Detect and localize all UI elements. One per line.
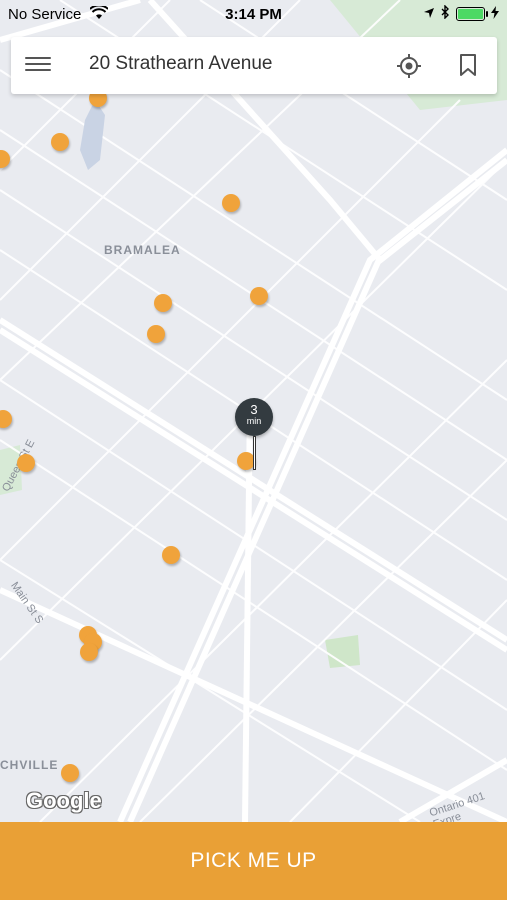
eta-bubble: 3 min bbox=[235, 398, 273, 436]
eta-value: 3 bbox=[250, 402, 258, 417]
area-label-chville: CHVILLE bbox=[0, 758, 59, 772]
location-arrow-icon bbox=[423, 6, 435, 23]
status-bar: No Service 3:14 PM bbox=[0, 0, 507, 28]
vehicle-marker[interactable] bbox=[222, 194, 240, 212]
area-label-bramalea: BRAMALEA bbox=[104, 243, 181, 257]
vehicle-marker[interactable] bbox=[80, 643, 98, 661]
hamburger-menu-icon[interactable] bbox=[25, 53, 51, 77]
vehicle-marker[interactable] bbox=[17, 454, 35, 472]
vehicle-marker[interactable] bbox=[162, 546, 180, 564]
pickup-eta-pin[interactable]: 3 min bbox=[235, 398, 273, 470]
google-attribution-logo: Google bbox=[26, 788, 102, 813]
map-view[interactable]: BRAMALEA CHVILLE Main St S Queen St E On… bbox=[0, 0, 507, 822]
current-location-icon[interactable] bbox=[396, 53, 422, 79]
vehicle-marker[interactable] bbox=[147, 325, 165, 343]
vehicle-marker[interactable] bbox=[154, 294, 172, 312]
eta-unit: min bbox=[246, 416, 262, 426]
pin-stem bbox=[252, 436, 256, 470]
bookmark-icon[interactable] bbox=[457, 53, 479, 77]
address-search-bar[interactable]: 20 Strathearn Avenue bbox=[11, 37, 497, 94]
charging-bolt-icon bbox=[491, 5, 499, 23]
pick-me-up-button[interactable]: PICK ME UP bbox=[0, 822, 507, 900]
vehicle-marker[interactable] bbox=[61, 764, 79, 782]
vehicle-marker[interactable] bbox=[51, 133, 69, 151]
pickup-address[interactable]: 20 Strathearn Avenue bbox=[89, 53, 272, 75]
battery-icon bbox=[456, 7, 488, 21]
vehicle-marker[interactable] bbox=[250, 287, 268, 305]
bluetooth-icon bbox=[441, 4, 450, 23]
